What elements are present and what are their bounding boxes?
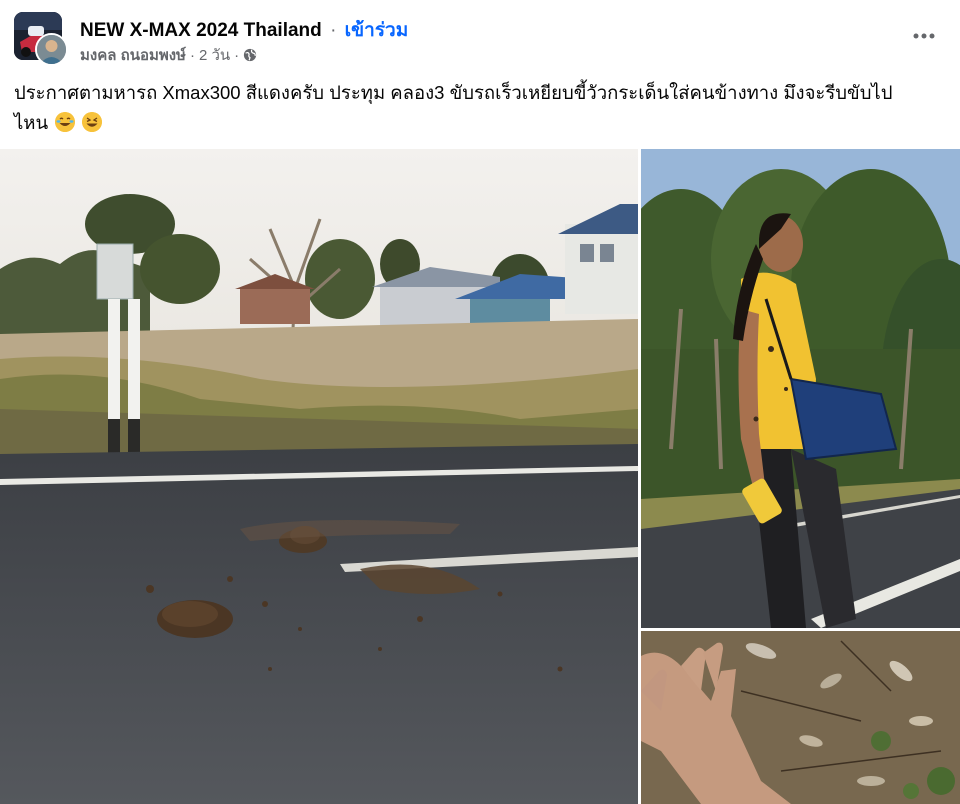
post-timestamp[interactable]: 2 วัน bbox=[199, 43, 230, 67]
avatar-group[interactable] bbox=[14, 12, 68, 66]
meta-separator-2: · bbox=[234, 46, 240, 64]
woman-in-yellow-shirt-photo[interactable] bbox=[641, 149, 960, 628]
photo-grid bbox=[0, 149, 960, 804]
joy-emoji bbox=[55, 112, 76, 132]
post-text-line-1: ประกาศตามหารถ Xmax300 สีแดงครับ ประทุม ค… bbox=[14, 82, 893, 103]
road-with-cow-dung-photo[interactable] bbox=[0, 149, 638, 804]
author-name-link[interactable]: มงคล ถนอมพงษ์ bbox=[80, 43, 186, 67]
meta-separator: · bbox=[189, 46, 195, 64]
post-message: ประกาศตามหารถ Xmax300 สีแดงครับ ประทุม ค… bbox=[14, 78, 944, 138]
post-meta: มงคล ถนอมพงษ์ · 2 วัน · bbox=[80, 43, 257, 67]
more-options-button[interactable] bbox=[906, 18, 942, 54]
post-text-line-2: ไหน bbox=[14, 112, 49, 133]
more-icon bbox=[913, 33, 935, 39]
post-title-line: NEW X-MAX 2024 Thailand · เข้าร่วม bbox=[80, 15, 408, 45]
join-group-link[interactable]: เข้าร่วม bbox=[345, 20, 409, 41]
laughing-emoji bbox=[82, 112, 103, 132]
group-name-link[interactable]: NEW X-MAX 2024 Thailand bbox=[80, 20, 322, 41]
separator: · bbox=[330, 20, 337, 41]
user-avatar[interactable] bbox=[35, 33, 68, 66]
hand-over-ground-photo[interactable] bbox=[641, 631, 960, 804]
globe-icon[interactable] bbox=[243, 48, 257, 62]
post-text-line-2-wrap: ไหน bbox=[14, 108, 944, 138]
post-header: NEW X-MAX 2024 Thailand · เข้าร่วม มงคล … bbox=[0, 0, 960, 72]
